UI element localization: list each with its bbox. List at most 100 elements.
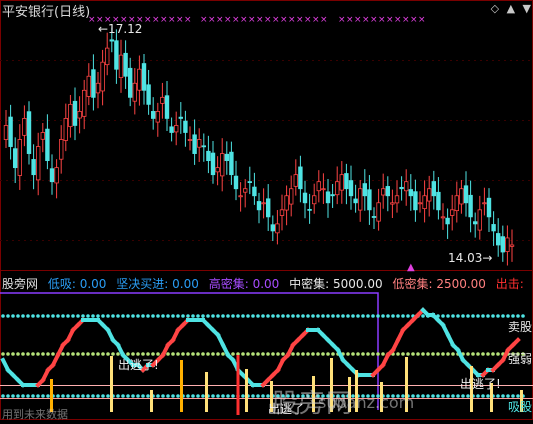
candle-body (252, 186, 257, 197)
reference-bead (171, 394, 175, 398)
reference-bead (291, 352, 295, 356)
reference-bead (256, 314, 260, 318)
reference-bead (241, 394, 245, 398)
candle-body (279, 209, 285, 216)
reference-bead (206, 352, 210, 356)
candle-body (344, 173, 349, 190)
candle-body (173, 125, 179, 133)
reference-bead (391, 314, 395, 318)
signal-marker: × (304, 15, 312, 25)
candle-body (45, 128, 50, 162)
candle-body (385, 186, 390, 197)
reference-bead (31, 314, 35, 318)
escape-annotation: 出逃了! (118, 358, 159, 372)
candle-body (91, 69, 96, 98)
reference-bead (131, 394, 135, 398)
reference-bead (201, 394, 205, 398)
reference-bead (356, 314, 360, 318)
reference-bead (166, 394, 170, 398)
reference-bead (471, 314, 475, 318)
reference-bead (241, 314, 245, 318)
candle-body (509, 244, 515, 247)
candle-body (362, 183, 367, 197)
reference-bead (166, 352, 170, 356)
reference-bead (11, 394, 15, 398)
reference-bead (226, 314, 230, 318)
reference-bead (41, 352, 45, 356)
reference-bead (116, 314, 120, 318)
reference-bead (476, 352, 480, 356)
candle-body (178, 116, 183, 119)
reference-bead (286, 314, 290, 318)
signal-bar (110, 356, 113, 412)
reference-bead (106, 394, 110, 398)
reference-bead (161, 314, 165, 318)
signal-marker: × (418, 15, 426, 25)
candle-body (68, 103, 73, 128)
signal-marker: × (232, 15, 240, 25)
arrow-up-icon[interactable]: ▲ (507, 2, 515, 15)
reference-bead (311, 352, 315, 356)
candle-body (298, 166, 303, 190)
reference-bead (11, 352, 15, 356)
reference-bead (366, 314, 370, 318)
candle-body (440, 216, 446, 219)
reference-bead (496, 394, 500, 398)
label-sell: 卖股 (507, 320, 532, 334)
candle-body (500, 236, 505, 253)
reference-bead (16, 314, 20, 318)
reference-bead (166, 314, 170, 318)
candle-body (224, 153, 229, 162)
reference-bead (426, 394, 430, 398)
diamond-icon[interactable]: ◇ (491, 2, 499, 15)
label-buy: 吸股 (507, 400, 532, 414)
reference-bead (101, 352, 105, 356)
legend-item-firm-buy: 坚决买进: 0.00 (116, 277, 199, 291)
reference-bead (346, 314, 350, 318)
reference-bead (76, 394, 80, 398)
reference-bead (151, 352, 155, 356)
reference-bead (491, 314, 495, 318)
reference-bead (376, 314, 380, 318)
reference-bead (406, 352, 410, 356)
reference-bead (481, 394, 485, 398)
reference-bead (6, 394, 10, 398)
candle-body (3, 125, 9, 140)
reference-bead (256, 394, 260, 398)
signal-marker: × (320, 15, 328, 25)
reference-bead (66, 394, 70, 398)
reference-bead (76, 314, 80, 318)
reference-bead (456, 314, 460, 318)
reference-bead (36, 314, 40, 318)
arrow-down-icon[interactable]: ▼ (523, 2, 531, 15)
reference-bead (301, 314, 305, 318)
signal-marker: × (280, 15, 288, 25)
reference-bead (81, 394, 85, 398)
reference-bead (321, 352, 325, 356)
reference-bead (146, 394, 150, 398)
candle-body (261, 202, 266, 205)
reference-bead (36, 394, 40, 398)
legend-item-mid-cluster: 中密集: 5000.00 (289, 277, 383, 291)
reference-bead (141, 352, 145, 356)
reference-bead (66, 314, 70, 318)
reference-bead (71, 352, 75, 356)
reference-bead (216, 352, 220, 356)
chart-stage: × × × × × × × × × × × × × × × × × × × × × × × × × × × × × × × × × × × × × × × ×… (0, 0, 533, 420)
candle-body (201, 145, 206, 148)
reference-bead (116, 352, 120, 356)
candle-body (316, 181, 321, 192)
candle-body (399, 186, 404, 190)
reference-bead (151, 314, 155, 318)
reference-bead (46, 394, 50, 398)
reference-bead (306, 352, 310, 356)
reference-bead (441, 314, 445, 318)
reference-bead (86, 314, 90, 318)
reference-bead (196, 314, 200, 318)
reference-bead (61, 314, 65, 318)
reference-bead (266, 314, 270, 318)
reference-bead (291, 314, 295, 318)
candle-body (288, 188, 294, 205)
signal-marker: × (168, 15, 176, 25)
legend-item-high-cluster: 高密集: 0.00 (208, 277, 280, 291)
